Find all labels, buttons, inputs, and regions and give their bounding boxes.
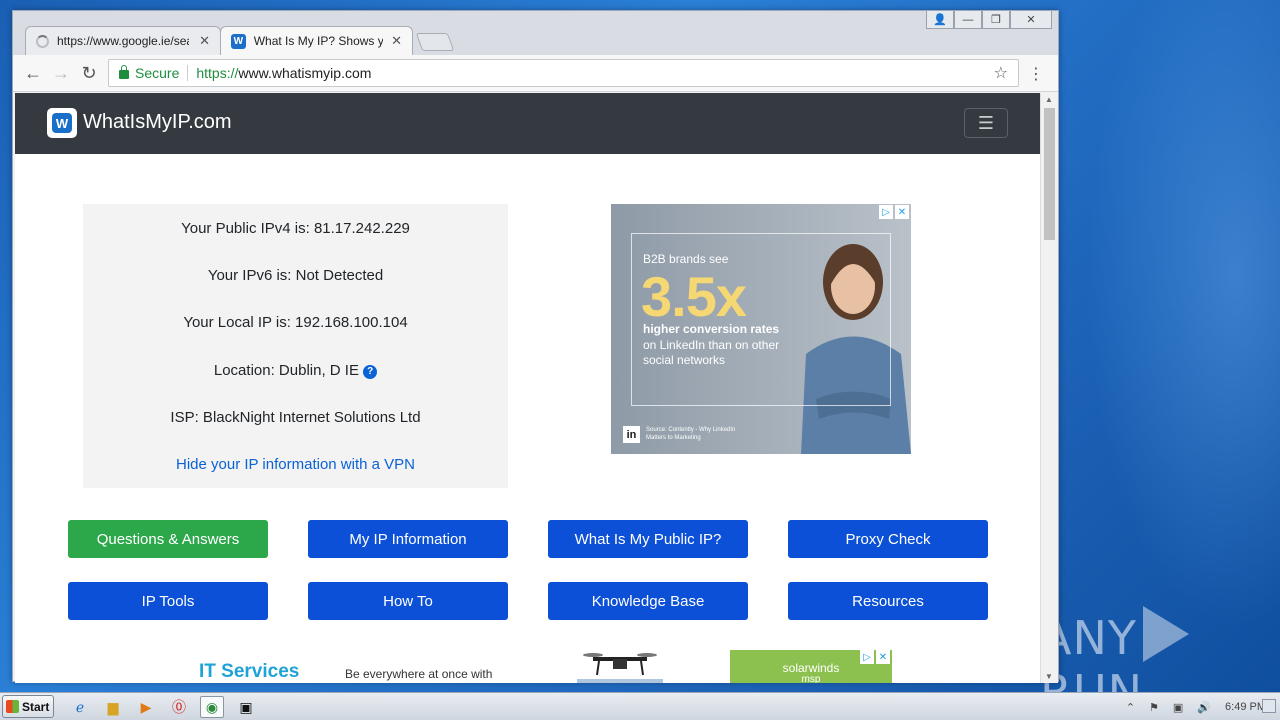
start-button[interactable]: Start bbox=[2, 695, 54, 718]
scroll-thumb[interactable] bbox=[1044, 108, 1055, 240]
adchoices: ▷ ✕ bbox=[860, 650, 890, 664]
site-logo[interactable]: W bbox=[47, 108, 77, 138]
clock[interactable]: 6:49 PM bbox=[1225, 701, 1266, 713]
volume-icon[interactable]: 🔊 bbox=[1197, 701, 1211, 714]
tab-whatismyip[interactable]: W What Is My IP? Shows your ✕ bbox=[220, 26, 413, 55]
browser-window: https://www.google.ie/sear ✕ W What Is M… bbox=[12, 10, 1059, 683]
ip-tools-button[interactable]: IP Tools bbox=[68, 582, 268, 620]
minimize-button[interactable]: — bbox=[954, 11, 982, 29]
tab-title: https://www.google.ie/sear bbox=[57, 34, 189, 48]
location-row: Location: Dublin, D IE ? bbox=[83, 362, 508, 379]
adchoices: ▷ ✕ bbox=[879, 205, 909, 219]
tab-strip: https://www.google.ie/sear ✕ W What Is M… bbox=[13, 11, 1058, 55]
site-brand[interactable]: WhatIsMyIP.com bbox=[83, 111, 232, 134]
close-window-button[interactable]: ✕ bbox=[1010, 11, 1052, 29]
ad-line3: on LinkedIn than on other social network… bbox=[643, 338, 780, 367]
divider bbox=[187, 65, 189, 81]
ad-close-icon[interactable]: ✕ bbox=[876, 650, 890, 664]
windows-logo-icon bbox=[6, 700, 19, 713]
secure-label: Secure bbox=[135, 65, 180, 81]
questions-answers-button[interactable]: Questions & Answers bbox=[68, 520, 268, 558]
location-text: Location: Dublin, D IE bbox=[213, 362, 359, 379]
how-to-button[interactable]: How To bbox=[308, 582, 508, 620]
url-scheme: https:// bbox=[196, 65, 239, 81]
ipv6-text: Your IPv6 is: Not Detected bbox=[207, 267, 384, 284]
back-button[interactable]: ← bbox=[23, 63, 43, 84]
show-desktop-button[interactable] bbox=[1262, 699, 1276, 713]
it-services-ad[interactable]: IT Services bbox=[199, 661, 299, 683]
media-player-icon[interactable]: ▶ bbox=[134, 696, 158, 718]
ad-close-icon[interactable]: ✕ bbox=[895, 205, 909, 219]
site-navbar: W WhatIsMyIP.com ☰ bbox=[15, 93, 1040, 154]
scroll-down-icon[interactable]: ▼ bbox=[1045, 672, 1053, 681]
linkedin-ad[interactable]: B2B brands see 3.5x higher conversion ra… bbox=[611, 204, 911, 454]
new-tab-button[interactable] bbox=[415, 33, 455, 51]
forward-button[interactable]: → bbox=[51, 63, 71, 84]
adchoices-icon[interactable]: ▷ bbox=[860, 650, 874, 664]
local-ip-text: Your Local IP is: 192.168.100.104 bbox=[183, 314, 408, 331]
chrome-icon[interactable]: ◉ bbox=[200, 696, 224, 718]
desktop-background bbox=[1060, 0, 1280, 690]
hamburger-menu-icon[interactable]: ☰ bbox=[964, 108, 1008, 138]
ad-line2: higher conversion rates bbox=[643, 322, 780, 336]
bookmark-star-icon[interactable]: ☆ bbox=[994, 63, 1008, 83]
start-label: Start bbox=[22, 699, 50, 714]
cmd-icon[interactable]: ▣ bbox=[234, 696, 258, 718]
knowledge-base-button[interactable]: Knowledge Base bbox=[548, 582, 748, 620]
browser-menu-icon[interactable]: ⋮ bbox=[1028, 64, 1044, 84]
logo-icon: W bbox=[52, 113, 72, 133]
drone-image bbox=[577, 653, 663, 683]
tray-expand-icon[interactable]: ⌃ bbox=[1126, 701, 1135, 714]
close-tab-icon[interactable]: ✕ bbox=[391, 33, 402, 49]
be-everywhere-ad[interactable]: Be everywhere at once with bbox=[345, 667, 492, 681]
scroll-up-icon[interactable]: ▲ bbox=[1045, 95, 1053, 104]
close-tab-icon[interactable]: ✕ bbox=[199, 33, 210, 49]
url-host: www.whatismyip.com bbox=[238, 65, 372, 81]
ad-big-number: 3.5x bbox=[641, 265, 747, 328]
browser-toolbar: ← → ↻ Secure https:// www.whatismyip.com… bbox=[13, 55, 1058, 92]
loading-spinner-icon bbox=[36, 34, 49, 48]
help-icon[interactable]: ? bbox=[363, 365, 378, 379]
reload-button[interactable]: ↻ bbox=[79, 63, 99, 84]
action-center-icon[interactable]: ⚑ bbox=[1149, 701, 1159, 714]
my-ip-information-button[interactable]: My IP Information bbox=[308, 520, 508, 558]
address-bar[interactable]: Secure https:// www.whatismyip.com ☆ bbox=[108, 59, 1019, 87]
lock-icon bbox=[119, 64, 129, 79]
isp-text: ISP: BlackNight Internet Solutions Ltd bbox=[170, 409, 421, 426]
ie-icon[interactable]: ℯ bbox=[68, 696, 92, 718]
system-tray: ⌃ ⚑ ▣ 🔊 6:49 PM bbox=[1126, 693, 1280, 720]
proxy-check-button[interactable]: Proxy Check bbox=[788, 520, 988, 558]
profile-icon[interactable]: 👤 bbox=[926, 11, 954, 29]
window-controls: 👤 — ❐ ✕ bbox=[926, 11, 1052, 29]
ipv4-text: Your Public IPv4 is: 81.17.242.229 bbox=[181, 220, 410, 237]
page-scrollbar[interactable]: ▲ ▼ bbox=[1040, 93, 1058, 683]
adchoices-icon[interactable]: ▷ bbox=[879, 205, 893, 219]
opera-icon[interactable]: ⓪ bbox=[167, 696, 191, 718]
explorer-folder-icon[interactable]: ▆ bbox=[101, 696, 125, 718]
public-ip-button[interactable]: What Is My Public IP? bbox=[548, 520, 748, 558]
network-icon[interactable]: ▣ bbox=[1173, 701, 1183, 714]
solarwinds-label: solarwinds bbox=[782, 661, 840, 675]
linkedin-icon: in bbox=[623, 426, 640, 443]
ad-source: Source: Contently - Why LinkedIn Matters… bbox=[646, 427, 736, 441]
site-favicon-icon: W bbox=[231, 33, 246, 49]
page-viewport: W WhatIsMyIP.com ☰ Your Public IPv4 is: … bbox=[15, 93, 1040, 683]
vpn-link-row: Hide your IP information with a VPN bbox=[83, 456, 508, 473]
tab-title: What Is My IP? Shows your bbox=[253, 34, 384, 48]
restore-button[interactable]: ❐ bbox=[982, 11, 1010, 29]
ip-info-panel: Your Public IPv4 is: 81.17.242.229 Your … bbox=[83, 204, 508, 488]
resources-button[interactable]: Resources bbox=[788, 582, 988, 620]
msp-label: msp bbox=[801, 674, 821, 683]
taskbar: Start ℯ ▆ ▶ ⓪ ◉ ▣ ⌃ ⚑ ▣ 🔊 6:49 PM bbox=[0, 692, 1280, 720]
vpn-link[interactable]: Hide your IP information with a VPN bbox=[176, 456, 415, 473]
tab-google-search[interactable]: https://www.google.ie/sear ✕ bbox=[25, 26, 221, 55]
